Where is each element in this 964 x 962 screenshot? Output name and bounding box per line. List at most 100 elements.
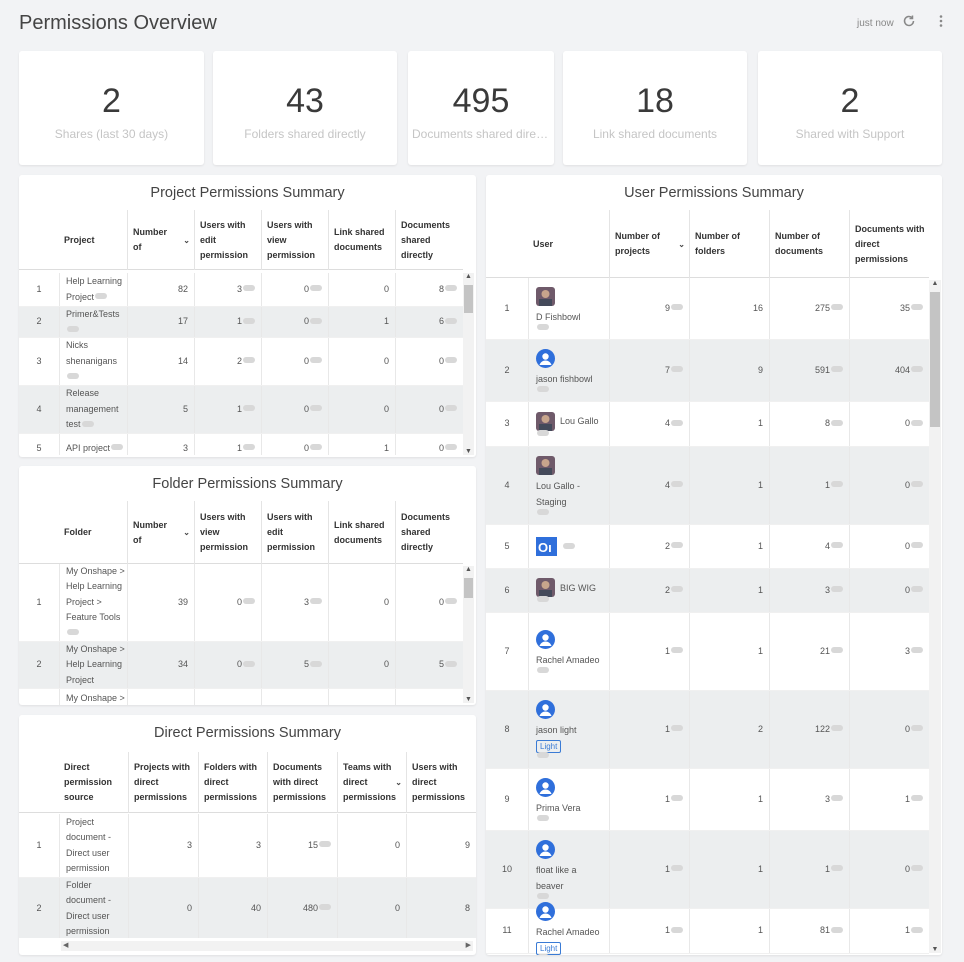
more-pill-icon[interactable] (671, 926, 683, 933)
more-pill-icon[interactable] (537, 752, 549, 758)
more-pill-icon[interactable] (445, 317, 457, 324)
more-pill-icon[interactable] (445, 285, 457, 292)
scrollbar-thumb[interactable] (464, 285, 473, 313)
scroll-down-icon[interactable]: ▼ (463, 448, 474, 455)
more-pill-icon[interactable] (911, 795, 923, 802)
more-pill-icon[interactable] (831, 795, 843, 802)
col-header-documents-direct[interactable]: Documents with direct permissions (849, 210, 929, 278)
more-pill-icon[interactable] (911, 865, 923, 872)
scroll-down-icon[interactable]: ▼ (929, 946, 941, 953)
table-row[interactable]: 2 jason fishbowl 7 9 591 404 (486, 340, 929, 402)
sort-desc-icon[interactable]: ⌄ (183, 525, 190, 540)
col-header-number-of-projects[interactable]: Number of projects ⌄ (609, 210, 689, 278)
col-header-number-of-documents[interactable]: Number of documents ⌄ (127, 501, 194, 564)
more-pill-icon[interactable] (831, 865, 843, 872)
more-pill-icon[interactable] (537, 666, 549, 673)
more-pill-icon[interactable] (671, 586, 683, 593)
col-header-projects-direct[interactable]: Projects with direct permissions (128, 752, 198, 813)
col-header-docs-shared[interactable]: Documents shared directly (395, 501, 463, 564)
table-row[interactable]: 2 Primer&Tests 17 1 0 1 6 (19, 307, 463, 338)
more-pill-icon[interactable] (537, 814, 549, 821)
col-header-users-view[interactable]: Users with view permission (194, 501, 261, 564)
more-pill-icon[interactable] (671, 419, 683, 426)
scroll-up-icon[interactable]: ▲ (463, 273, 474, 280)
more-pill-icon[interactable] (911, 926, 923, 933)
sort-desc-icon[interactable]: ⌄ (183, 233, 190, 248)
table-row[interactable]: 2 Folder document - Direct user permissio… (19, 878, 476, 938)
more-pill-icon[interactable] (831, 304, 843, 311)
more-pill-icon[interactable] (563, 542, 575, 549)
col-header-link-shared[interactable]: Link shared documents (328, 210, 395, 270)
more-pill-icon[interactable] (95, 293, 108, 300)
col-header-direct-source[interactable]: Direct permission source (59, 752, 128, 813)
more-pill-icon[interactable] (671, 481, 683, 488)
scroll-right-icon[interactable]: ▶ (466, 941, 471, 949)
user-table-scrollbar[interactable]: ▲ ▼ (929, 280, 941, 953)
table-row[interactable]: 4 Lou Gallo - Staging 4 1 1 0 (486, 447, 929, 525)
more-pill-icon[interactable] (445, 444, 457, 451)
more-pill-icon[interactable] (831, 419, 843, 426)
more-pill-icon[interactable] (671, 795, 683, 802)
more-pill-icon[interactable] (243, 598, 255, 605)
more-pill-icon[interactable] (445, 598, 457, 605)
table-row[interactable]: 1 Project document - Direct user permissi… (19, 814, 476, 878)
more-vert-icon[interactable] (934, 14, 948, 31)
table-row[interactable]: 10 float like a beaver 1 1 1 0 (486, 831, 929, 909)
col-header-teams-direct[interactable]: Teams with direct permissions ⌄ (337, 752, 406, 813)
scrollbar-thumb[interactable] (464, 578, 473, 598)
table-row[interactable]: My Onshape > (19, 689, 463, 705)
table-row[interactable]: 11 Rachel Amadeo Light 1 1 81 1 (486, 901, 929, 955)
more-pill-icon[interactable] (310, 357, 322, 364)
scroll-up-icon[interactable]: ▲ (929, 280, 941, 287)
more-pill-icon[interactable] (310, 317, 322, 324)
more-pill-icon[interactable] (310, 405, 322, 412)
more-pill-icon[interactable] (537, 323, 549, 330)
more-pill-icon[interactable] (911, 481, 923, 488)
table-row[interactable]: 3 Nicks shenanigans 14 2 0 0 0 (19, 338, 463, 386)
more-pill-icon[interactable] (67, 629, 79, 636)
col-header-folders-direct[interactable]: Folders with direct permissions (198, 752, 267, 813)
more-pill-icon[interactable] (831, 542, 843, 549)
more-pill-icon[interactable] (445, 357, 457, 364)
more-pill-icon[interactable] (537, 508, 549, 515)
more-pill-icon[interactable] (537, 953, 549, 955)
scroll-left-icon[interactable]: ◀ (63, 941, 68, 949)
more-pill-icon[interactable] (671, 865, 683, 872)
table-row[interactable]: 5 Oı 2 1 4 0 (486, 525, 929, 569)
more-pill-icon[interactable] (671, 366, 683, 373)
more-pill-icon[interactable] (310, 444, 322, 451)
sort-desc-icon[interactable]: ⌄ (395, 775, 402, 790)
col-header-users-edit[interactable]: Users with edit permission (194, 210, 261, 270)
more-pill-icon[interactable] (831, 725, 843, 732)
more-pill-icon[interactable] (671, 647, 683, 654)
more-pill-icon[interactable] (911, 419, 923, 426)
more-pill-icon[interactable] (310, 598, 322, 605)
col-header-users-edit[interactable]: Users with edit permission (261, 501, 328, 564)
more-pill-icon[interactable] (243, 317, 255, 324)
more-pill-icon[interactable] (911, 366, 923, 373)
more-pill-icon[interactable] (671, 725, 683, 732)
more-pill-icon[interactable] (243, 444, 255, 451)
more-pill-icon[interactable] (911, 725, 923, 732)
table-row[interactable]: 1 Help Learning Project 82 3 0 0 8 (19, 273, 463, 307)
col-header-link-shared[interactable]: Link shared documents (328, 501, 395, 564)
more-pill-icon[interactable] (537, 385, 549, 392)
col-header-docs-shared[interactable]: Documents shared directly (395, 210, 463, 270)
more-pill-icon[interactable] (81, 420, 94, 427)
more-pill-icon[interactable] (243, 405, 255, 412)
more-pill-icon[interactable] (445, 405, 457, 412)
more-pill-icon[interactable] (111, 444, 124, 451)
table-row[interactable]: 3 Lou Gallo 4 1 8 0 (486, 402, 929, 447)
direct-table-hscrollbar[interactable]: ◀ ▶ (61, 941, 473, 951)
table-row[interactable]: 1 D Fishbowl 9 16 275 35 (486, 278, 929, 340)
col-header-users-view[interactable]: Users with view permission (261, 210, 328, 270)
more-pill-icon[interactable] (67, 372, 79, 379)
more-pill-icon[interactable] (831, 586, 843, 593)
table-row[interactable]: 8 jason light Light 1 2 122 0 (486, 691, 929, 769)
table-row[interactable]: 1 My Onshape > Help Learning Project > Fe… (19, 564, 463, 642)
folder-table-scrollbar[interactable]: ▲ ▼ (463, 566, 474, 703)
more-pill-icon[interactable] (243, 285, 255, 292)
table-row[interactable]: 2 My Onshape > Help Learning Project 34 0 5 0… (19, 642, 463, 689)
scroll-up-icon[interactable]: ▲ (463, 566, 474, 573)
more-pill-icon[interactable] (831, 481, 843, 488)
